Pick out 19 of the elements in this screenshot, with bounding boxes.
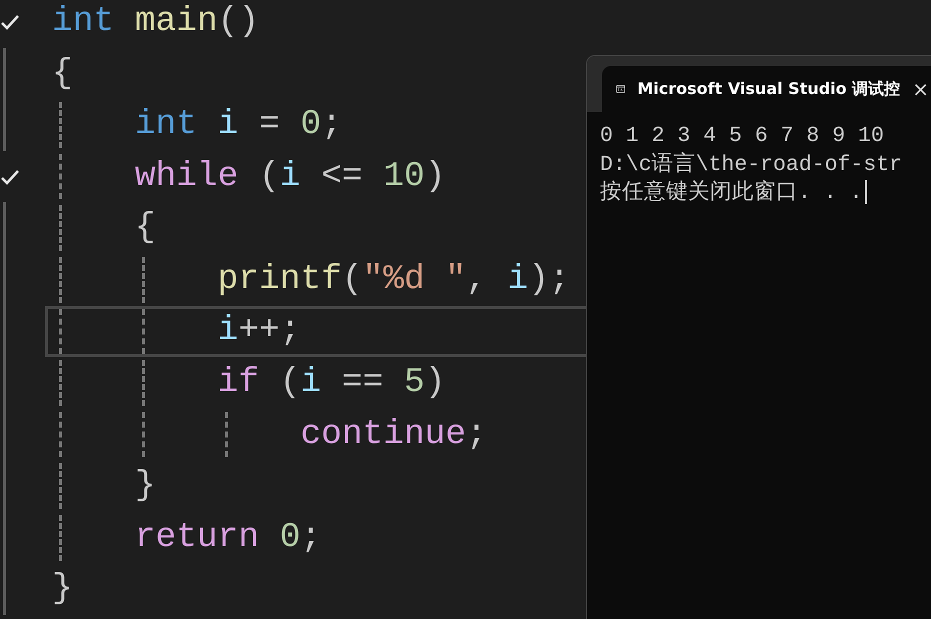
console-output-line: 按任意键关闭此窗口. . .: [600, 179, 867, 208]
console-title: Microsoft Visual Studio 调试控: [637, 78, 900, 100]
code-line: printf("%d ", i);: [218, 258, 570, 301]
code-line: continue;: [300, 414, 487, 456]
close-button[interactable]: ×: [912, 74, 929, 104]
code-line: i++;: [218, 310, 300, 352]
code-line: while (i <= 10): [134, 156, 446, 198]
code-line: {: [52, 52, 73, 95]
code-line: if (i == 5): [218, 362, 446, 404]
console-tab[interactable]: Microsoft Visual Studio 调试控 ×: [602, 66, 931, 112]
code-line: {: [134, 207, 156, 250]
console-output-line: 0 1 2 3 4 5 6 7 8 9 10: [600, 123, 884, 150]
code-line: }: [134, 465, 156, 508]
code-line: return 0;: [134, 516, 322, 559]
code-line: }: [52, 568, 73, 610]
code-line: int main(): [52, 0, 260, 43]
console-output-line: D:\c语言\the-road-of-str: [600, 150, 902, 178]
code-line: int i = 0;: [134, 104, 342, 146]
text-cursor: [864, 180, 867, 204]
